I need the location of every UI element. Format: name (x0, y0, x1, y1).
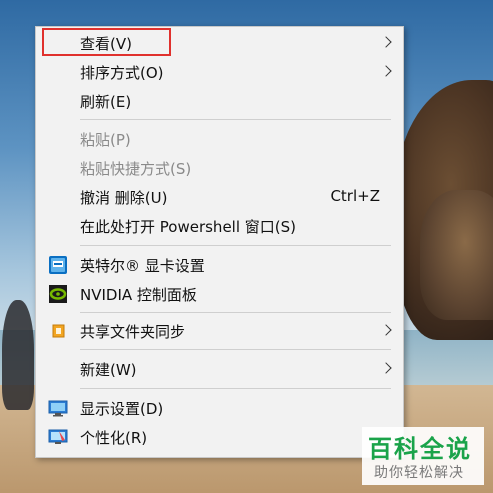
menu-item-paste-shortcut: 粘贴快捷方式(S) (36, 154, 403, 182)
menu-separator (80, 388, 391, 389)
menu-item-sort-by[interactable]: 排序方式(O) (36, 58, 403, 86)
menu-item-undo-delete[interactable]: 撤消 删除(U) Ctrl+Z (36, 183, 403, 211)
menu-item-label: 排序方式(O) (80, 64, 164, 82)
menu-item-view[interactable]: 查看(V) (36, 29, 403, 57)
menu-item-open-powershell[interactable]: 在此处打开 Powershell 窗口(S) (36, 212, 403, 240)
menu-item-label: 个性化(R) (80, 429, 148, 447)
menu-item-label: 显示设置(D) (80, 400, 164, 418)
wallpaper-cliff-lower (420, 190, 493, 320)
menu-item-intel-graphics[interactable]: 英特尔® 显卡设置 (36, 251, 403, 279)
menu-separator (80, 245, 391, 246)
menu-item-label: 新建(W) (80, 361, 137, 379)
menu-item-personalize[interactable]: 个性化(R) (36, 423, 403, 451)
menu-separator (80, 349, 391, 350)
watermark-title: 百科全说 (368, 435, 472, 463)
menu-item-display-settings[interactable]: 显示设置(D) (36, 394, 403, 422)
display-icon (48, 398, 68, 418)
menu-item-label: 撤消 删除(U) (80, 189, 168, 207)
desktop-context-menu: 查看(V) 排序方式(O) 刷新(E) 粘贴(P) 粘贴快捷方式(S) 撤消 删… (35, 26, 404, 458)
intel-graphics-icon (48, 255, 68, 275)
watermark-logo: 百科全说 助你轻松解决 (362, 427, 484, 485)
wallpaper-runner-silhouette (2, 300, 34, 410)
menu-item-paste: 粘贴(P) (36, 125, 403, 153)
menu-item-shared-folder-sync[interactable]: 共享文件夹同步 (36, 317, 403, 345)
menu-item-label: 英特尔® 显卡设置 (80, 257, 205, 275)
chevron-right-icon (380, 65, 392, 77)
menu-item-label: 粘贴快捷方式(S) (80, 160, 192, 178)
menu-item-label: 查看(V) (80, 35, 132, 53)
chevron-right-icon (380, 362, 392, 374)
sync-folder-icon (48, 321, 68, 341)
chevron-right-icon (380, 324, 392, 336)
menu-item-label: 在此处打开 Powershell 窗口(S) (80, 218, 296, 236)
watermark-subtitle: 助你轻松解决 (374, 465, 464, 481)
menu-item-shortcut: Ctrl+Z (330, 187, 380, 205)
chevron-right-icon (380, 36, 392, 48)
nvidia-icon (48, 284, 68, 304)
menu-separator (80, 312, 391, 313)
menu-item-refresh[interactable]: 刷新(E) (36, 87, 403, 115)
menu-separator (80, 119, 391, 120)
menu-item-label: 粘贴(P) (80, 131, 131, 149)
personalize-icon (48, 427, 68, 447)
menu-item-new[interactable]: 新建(W) (36, 355, 403, 383)
menu-item-label: 共享文件夹同步 (80, 323, 186, 341)
menu-item-nvidia-control-panel[interactable]: NVIDIA 控制面板 (36, 280, 403, 308)
menu-item-label: 刷新(E) (80, 93, 132, 111)
menu-item-label: NVIDIA 控制面板 (80, 286, 197, 304)
